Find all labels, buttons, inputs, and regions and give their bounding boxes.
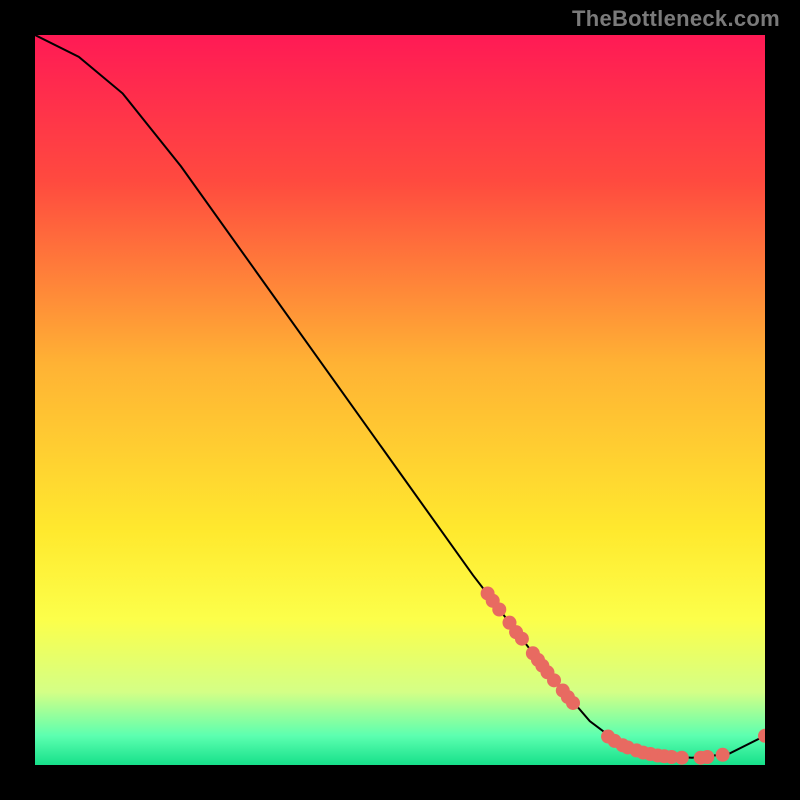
data-point	[566, 696, 580, 710]
chart-background	[35, 35, 765, 765]
data-point	[515, 632, 529, 646]
chart-plot-area	[35, 35, 765, 765]
chart-frame: TheBottleneck.com	[0, 0, 800, 800]
chart-svg	[35, 35, 765, 765]
data-point	[675, 751, 689, 765]
data-point	[716, 748, 730, 762]
data-point	[492, 603, 506, 617]
watermark-text: TheBottleneck.com	[572, 6, 780, 32]
data-point	[700, 750, 714, 764]
